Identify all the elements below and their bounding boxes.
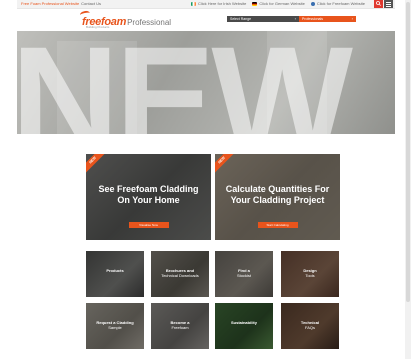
tile-label-light: FAQs (304, 325, 315, 330)
tile-label: Products (86, 268, 144, 273)
menu-button[interactable] (384, 0, 393, 8)
range-select-value: Select Range (230, 17, 252, 21)
tile-label: Find a Stockist (215, 268, 273, 278)
irish-website-link[interactable]: Click Here for Irish Website (190, 1, 247, 6)
visualise-now-button[interactable]: Visualise Now (128, 222, 169, 228)
tile-label: Brochures and Technical Downloads (151, 268, 209, 278)
tile-overlay (215, 303, 273, 349)
german-website-label: Click for German Website (259, 1, 305, 6)
feature-visualiser-card[interactable]: NEW See Freefoam Cladding On Your Home V… (86, 154, 211, 240)
chevron-right-icon: › (351, 16, 353, 21)
tile-technical-faqs[interactable]: Technical FAQs (281, 303, 339, 349)
hero-overlay-text: NEW (17, 31, 353, 134)
logo-suffix: Professional (127, 18, 172, 27)
freefoam-website-label: Click for Freefoam Website (316, 1, 365, 6)
chevron-right-icon: › (294, 16, 296, 21)
region-links: Click Here for Irish Website Click for G… (190, 1, 365, 6)
menu-icon-bar (386, 6, 391, 7)
ireland-flag-icon (190, 1, 196, 6)
tile-label-bold: Sustainability (230, 320, 257, 325)
professionals-select-value: Professionals (302, 17, 324, 21)
tile-request-sample[interactable]: Request a Cladding Sample (86, 303, 144, 349)
tile-label-light: Tools (305, 273, 315, 278)
professionals-select[interactable]: Professionals › (299, 16, 356, 22)
tile-label-light: Sample (108, 325, 122, 330)
freefoam-logo[interactable]: freefoamProfessional Building Products (79, 10, 172, 30)
tile-label: Become a Freefoam (151, 320, 209, 330)
tile-products[interactable]: Products (86, 251, 144, 297)
tile-find-stockist[interactable]: Find a Stockist (215, 251, 273, 297)
tile-label-light: Freefoam (171, 325, 189, 330)
page: Free Foam Professional Website Contact Us… (0, 0, 411, 359)
hero-banner: NEW (17, 31, 395, 134)
top-utility-bar: Free Foam Professional Website Contact Us… (17, 0, 395, 9)
range-select[interactable]: Select Range › (227, 16, 299, 22)
irish-website-label: Click Here for Irish Website (197, 1, 247, 6)
site-header: freefoamProfessional Building Products S… (17, 9, 395, 31)
feature-title: Calculate Quantities For Your Cladding P… (225, 184, 330, 205)
tile-label: Design Tools (281, 268, 339, 278)
scrollbar-thumb[interactable] (406, 2, 410, 302)
tile-label: Request a Cladding Sample (86, 320, 144, 330)
feature-title: See Freefoam Cladding On Your Home (98, 184, 199, 205)
menu-icon (386, 2, 391, 3)
tile-label-light: Stockist (236, 273, 251, 278)
tile-label: Sustainability (215, 320, 273, 325)
tile-label: Technical FAQs (281, 320, 339, 330)
tile-label-light: Technical Downloads (161, 273, 199, 278)
search-button[interactable] (374, 0, 383, 8)
tile-label-bold: Products (106, 268, 124, 273)
globe-icon (310, 1, 315, 6)
search-icon (376, 1, 381, 6)
freefoam-website-link[interactable]: Click for Freefoam Website (310, 1, 365, 6)
logo-tagline: Building Products (86, 25, 110, 29)
tile-overlay (86, 251, 144, 297)
german-website-link[interactable]: Click for German Website (252, 1, 305, 6)
vertical-scrollbar[interactable] (405, 0, 411, 359)
tile-become-installer[interactable]: Become a Freefoam (151, 303, 209, 349)
tile-design-tools[interactable]: Design Tools (281, 251, 339, 297)
top-bar-site-link[interactable]: Free Foam Professional Website (21, 1, 79, 6)
top-bar-message[interactable]: Free Foam Professional Website Contact Us (21, 1, 101, 6)
tile-brochures[interactable]: Brochures and Technical Downloads (151, 251, 209, 297)
germany-flag-icon (252, 1, 258, 6)
tile-sustainability[interactable]: Sustainability (215, 303, 273, 349)
start-calculating-button[interactable]: Start Calculating (257, 222, 298, 228)
contact-us-link[interactable]: Contact Us (81, 1, 101, 6)
menu-icon-bar (386, 4, 391, 5)
feature-calculator-card[interactable]: NEW Calculate Quantities For Your Claddi… (215, 154, 340, 240)
